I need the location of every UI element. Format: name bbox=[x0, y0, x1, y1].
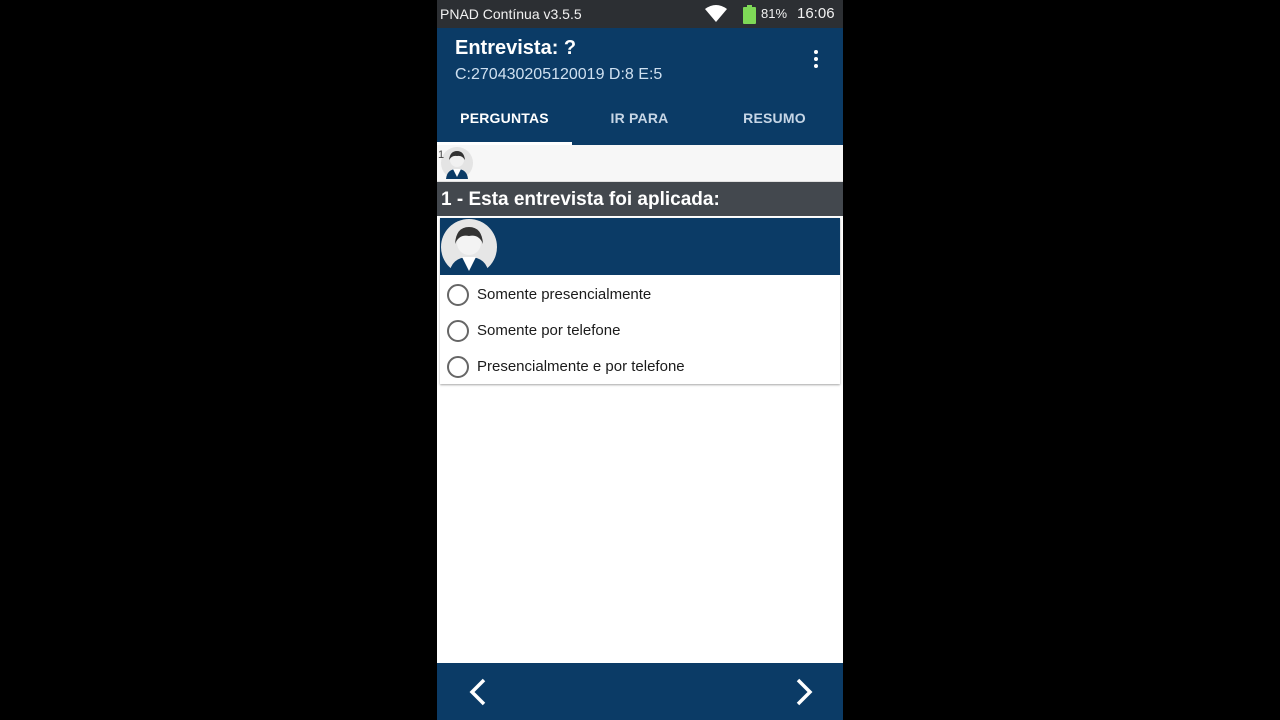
interview-code: C:270430205120019 D:8 E:5 bbox=[455, 66, 663, 83]
status-time: 16:06 bbox=[797, 5, 835, 22]
option-presencialmente-e-por-telefone[interactable]: Presencialmente e por telefone bbox=[440, 350, 840, 384]
radio-button[interactable] bbox=[447, 356, 469, 378]
wifi-icon bbox=[705, 5, 727, 26]
question-card: Somente presencialmente Somente por tele… bbox=[440, 218, 840, 384]
question-progress-strip: 1 bbox=[437, 145, 843, 182]
tab-bar: PERGUNTAS IR PARA RESUMO bbox=[437, 90, 843, 145]
tab-ir-para[interactable]: IR PARA bbox=[572, 90, 707, 145]
option-label: Presencialmente e por telefone bbox=[477, 358, 685, 375]
radio-button[interactable] bbox=[447, 320, 469, 342]
option-label: Somente presencialmente bbox=[477, 286, 652, 303]
tab-perguntas[interactable]: PERGUNTAS bbox=[437, 90, 572, 145]
tab-resumo[interactable]: RESUMO bbox=[707, 90, 842, 145]
app-bar: Entrevista: ? C:270430205120019 D:8 E:5 … bbox=[437, 28, 843, 145]
option-somente-presencialmente[interactable]: Somente presencialmente bbox=[440, 278, 840, 312]
more-vert-icon[interactable] bbox=[809, 50, 823, 72]
status-bar: PNAD Contínua v3.5.5 81% 16:06 bbox=[437, 0, 843, 28]
interviewer-avatar-icon bbox=[441, 219, 497, 280]
bottom-nav-bar bbox=[437, 663, 843, 720]
page-title: Entrevista: ? bbox=[455, 37, 577, 59]
question-card-header bbox=[440, 218, 840, 275]
status-app-name: PNAD Contínua v3.5.5 bbox=[440, 6, 582, 22]
chevron-left-icon[interactable] bbox=[464, 677, 494, 707]
option-label: Somente por telefone bbox=[477, 322, 621, 339]
battery-percent: 81% bbox=[761, 6, 788, 21]
option-somente-por-telefone[interactable]: Somente por telefone bbox=[440, 314, 840, 348]
phone-screen: PNAD Contínua v3.5.5 81% 16:06 Entrevist… bbox=[437, 0, 843, 720]
question-number: 1 bbox=[438, 149, 445, 161]
radio-button[interactable] bbox=[447, 284, 469, 306]
battery-icon bbox=[743, 5, 756, 27]
chevron-right-icon[interactable] bbox=[788, 677, 818, 707]
question-title: 1 - Esta entrevista foi aplicada: bbox=[437, 182, 843, 216]
interviewer-avatar-icon[interactable] bbox=[441, 147, 473, 184]
